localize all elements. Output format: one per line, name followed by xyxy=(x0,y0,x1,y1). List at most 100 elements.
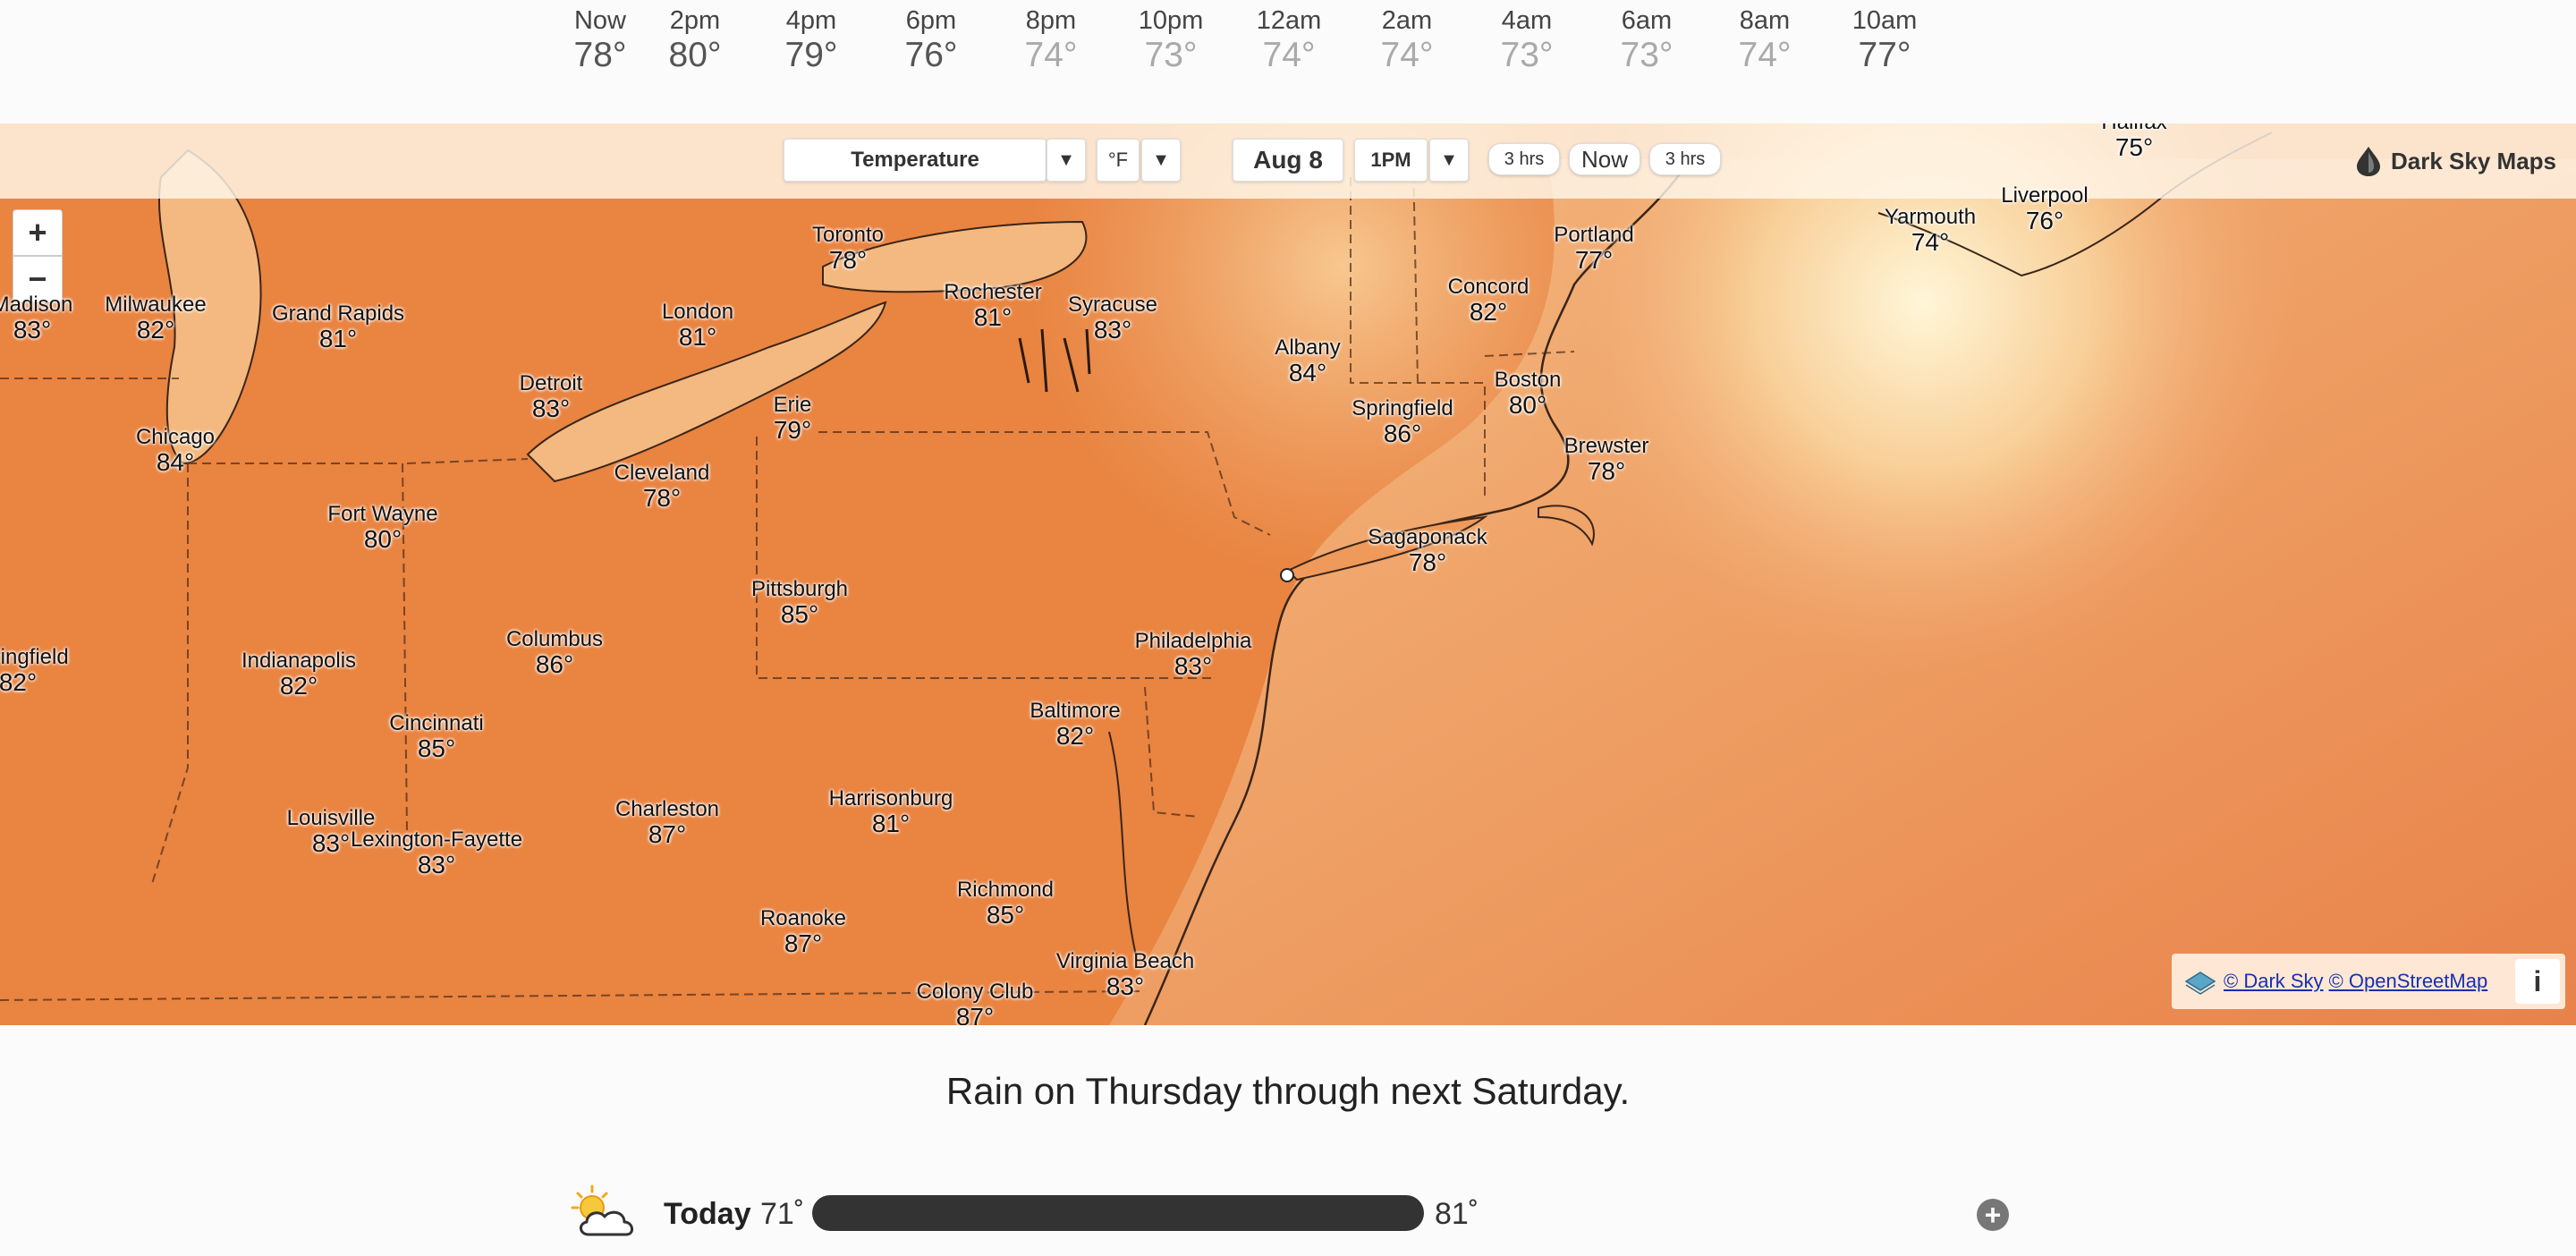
forecast-summary: Rain on Thursday through next Saturday. xyxy=(945,1070,1631,1112)
city-label: Virginia Beach 83° xyxy=(1056,950,1194,1000)
city-label: Concord 82° xyxy=(1448,276,1530,326)
day-label: Today xyxy=(664,1197,751,1231)
layer-dropdown-caret-icon[interactable]: ▼ xyxy=(1046,139,1086,182)
hour-label: 2pm xyxy=(669,6,721,35)
city-label: London 81° xyxy=(662,301,733,351)
hour-label: 8pm xyxy=(1025,6,1077,35)
time-dropdown-caret-icon[interactable]: ▼ xyxy=(1429,139,1469,182)
city-name: Detroit xyxy=(519,371,583,395)
hour-temp: 73° xyxy=(1500,36,1554,74)
city-temp: 80° xyxy=(1508,391,1547,419)
city-label: Richmond 85° xyxy=(957,878,1054,929)
city-name: Milwaukee xyxy=(105,293,207,317)
hour-item[interactable]: 10am 77° xyxy=(1825,0,1945,75)
city-label: Colony Club 87° xyxy=(917,980,1034,1026)
map-attribution: © Dark Sky © OpenStreetMap i xyxy=(2172,954,2565,1009)
layer-select[interactable]: Temperature xyxy=(784,139,1046,182)
units-dropdown-caret-icon[interactable]: ▼ xyxy=(1141,139,1181,182)
brand-label: Dark Sky Maps xyxy=(2391,147,2556,174)
hour-label: 4pm xyxy=(785,6,837,35)
hour-label: 12am xyxy=(1256,6,1322,35)
city-label: Milwaukee 82° xyxy=(105,293,206,344)
city-label: Springfield 86° xyxy=(1352,397,1453,447)
hour-item[interactable]: 8am 74° xyxy=(1705,0,1825,75)
city-name: Columbus xyxy=(505,627,604,651)
nyc-marker xyxy=(1280,568,1294,582)
city-temp: 82° xyxy=(1055,722,1095,750)
city-label: Madison 83° xyxy=(0,293,72,344)
city-temp: 83° xyxy=(1106,972,1145,1000)
city-temp: 78° xyxy=(828,246,868,274)
hour-item[interactable]: 4pm 79° xyxy=(751,0,871,75)
dark-sky-logo-icon xyxy=(2357,147,2381,176)
city-temp: 82° xyxy=(136,316,175,344)
city-label: Cincinnati 85° xyxy=(389,712,483,762)
hour-temp: 73° xyxy=(1620,36,1674,74)
hour-item[interactable]: 4am 73° xyxy=(1467,0,1587,75)
city-name: Richmond xyxy=(956,878,1055,902)
hour-temp: 74° xyxy=(1380,36,1434,74)
daily-forecast-row[interactable]: Today 71˚ 81˚ + xyxy=(0,1179,2576,1251)
hour-item[interactable]: 8pm 74° xyxy=(991,0,1111,75)
partly-cloudy-day-icon xyxy=(571,1184,633,1236)
step-forward-button[interactable]: 3 hrs xyxy=(1649,143,1721,175)
step-back-button[interactable]: 3 hrs xyxy=(1488,143,1560,175)
hour-item[interactable]: 6am 73° xyxy=(1587,0,1707,75)
dark-sky-attribution-link[interactable]: © Dark Sky xyxy=(2224,970,2324,993)
city-temp: 78° xyxy=(1408,548,1447,576)
city-temp: 81° xyxy=(678,323,717,351)
city-label: Springfield82° xyxy=(0,646,69,696)
date-select[interactable]: Aug 8 xyxy=(1233,139,1343,182)
layers-icon[interactable] xyxy=(2182,963,2218,999)
city-temp: 83° xyxy=(13,316,52,344)
city-label: Halifax75° xyxy=(2101,123,2166,161)
city-temp: 78° xyxy=(1587,457,1626,485)
map-toolbar: Temperature ▼ °F ▼ Aug 8 1PM ▼ 3 hrs Now… xyxy=(0,123,2576,199)
city-label: Lexington-Fayette 83° xyxy=(351,828,522,878)
info-button[interactable]: i xyxy=(2515,959,2560,1004)
hour-temp: 80° xyxy=(668,36,722,74)
hour-temp: 74° xyxy=(1024,36,1078,74)
city-label: Roanoke 87° xyxy=(760,907,846,957)
hour-item[interactable]: 2am 74° xyxy=(1347,0,1467,75)
openstreetmap-attribution-link[interactable]: © OpenStreetMap xyxy=(2329,970,2488,993)
hour-temp: 79° xyxy=(784,36,838,74)
city-name: Roanoke xyxy=(759,906,847,930)
zoom-in-button[interactable]: + xyxy=(13,209,63,256)
city-label: Charleston 87° xyxy=(615,798,719,848)
city-temp: 83° xyxy=(1174,652,1213,680)
city-label: Chicago 84° xyxy=(136,426,215,476)
city-label: Syracuse 83° xyxy=(1068,293,1157,344)
city-temp: 77° xyxy=(1574,246,1614,274)
hour-temp: 74° xyxy=(1738,36,1792,74)
hour-item[interactable]: 6pm 76° xyxy=(871,0,991,75)
hour-label: 6pm xyxy=(905,6,957,35)
units-select[interactable]: °F xyxy=(1097,139,1140,182)
city-name: Harrisonburg xyxy=(828,786,953,810)
hour-label: 10am xyxy=(1852,6,1918,35)
city-temp: 82° xyxy=(0,668,38,696)
city-name: Baltimore xyxy=(1030,699,1121,723)
city-temp: 82° xyxy=(1469,298,1508,326)
time-select[interactable]: 1PM xyxy=(1354,139,1428,182)
city-temp: 87° xyxy=(784,929,823,957)
hour-item[interactable]: 2pm 80° xyxy=(635,0,755,75)
weather-map[interactable]: Temperature ▼ °F ▼ Aug 8 1PM ▼ 3 hrs Now… xyxy=(0,123,2576,1025)
city-label: Sagaponack 78° xyxy=(1368,526,1487,576)
city-label: Portland 77° xyxy=(1554,224,1633,274)
hour-label: 6am xyxy=(1621,6,1673,35)
hour-item[interactable]: 10pm 73° xyxy=(1111,0,1231,75)
high-temp: 81˚ xyxy=(1435,1197,1479,1231)
map-base-layer xyxy=(0,123,2576,1025)
city-temp: 86° xyxy=(535,650,574,678)
city-name: Madison xyxy=(0,293,73,317)
now-button[interactable]: Now xyxy=(1569,143,1640,175)
city-label: Toronto 78° xyxy=(812,224,884,274)
city-label: Albany 84° xyxy=(1275,336,1340,386)
city-name: Cleveland xyxy=(614,461,710,485)
dark-sky-maps-brand[interactable]: Dark Sky Maps xyxy=(2355,143,2556,179)
hour-item[interactable]: 12am 74° xyxy=(1229,0,1349,75)
expand-plus-icon[interactable]: + xyxy=(1977,1199,2009,1231)
city-label: Grand Rapids 81° xyxy=(272,302,404,352)
low-temp: 71˚ xyxy=(760,1197,805,1231)
